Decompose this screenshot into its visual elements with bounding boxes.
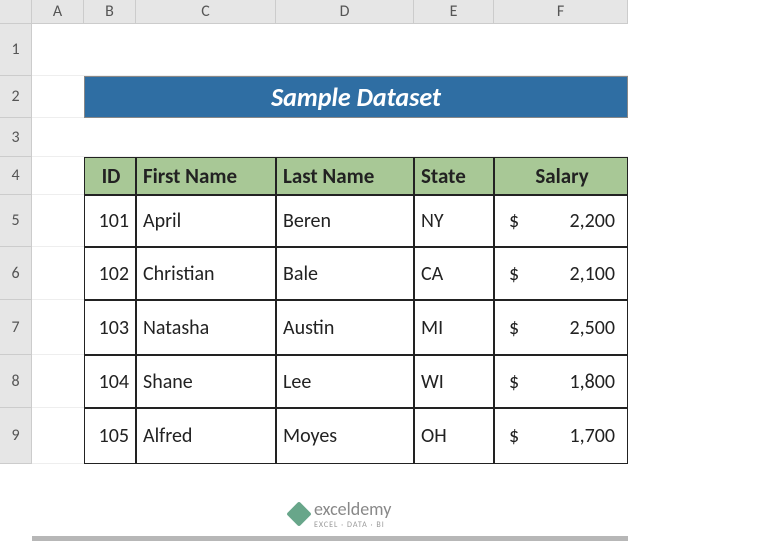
col-header-e[interactable]: E: [414, 0, 494, 24]
cell-state-4[interactable]: WI: [414, 355, 494, 408]
cell-state-1[interactable]: NY: [414, 195, 494, 247]
cell-id-3[interactable]: 103: [84, 300, 136, 355]
watermark: exceldemy EXCEL · DATA · BI: [290, 498, 391, 530]
cell-salary-2[interactable]: $2,100: [494, 247, 628, 300]
salary-value: 1,700: [569, 424, 615, 448]
cell-id-5[interactable]: 105: [84, 408, 136, 464]
cell-b1[interactable]: [84, 24, 136, 76]
cell-c1[interactable]: [136, 24, 276, 76]
header-id[interactable]: ID: [84, 157, 136, 195]
title-cell[interactable]: Sample Dataset: [84, 76, 628, 118]
cell-id-1[interactable]: 101: [84, 195, 136, 247]
row-header-9[interactable]: 9: [0, 408, 32, 464]
cell-f1[interactable]: [494, 24, 628, 76]
currency-symbol: $: [509, 370, 519, 394]
salary-value: 1,800: [569, 370, 615, 394]
watermark-logo-icon: [286, 501, 311, 526]
cell-state-2[interactable]: CA: [414, 247, 494, 300]
row-header-8[interactable]: 8: [0, 355, 32, 408]
cell-first-2[interactable]: Christian: [136, 247, 276, 300]
row-header-4[interactable]: 4: [0, 157, 32, 195]
header-last-name[interactable]: Last Name: [276, 157, 414, 195]
cell-d3[interactable]: [276, 118, 414, 157]
cell-a2[interactable]: [32, 76, 84, 118]
cell-state-5[interactable]: OH: [414, 408, 494, 464]
header-state[interactable]: State: [414, 157, 494, 195]
cell-state-3[interactable]: MI: [414, 300, 494, 355]
col-header-c[interactable]: C: [136, 0, 276, 24]
cell-a3[interactable]: [32, 118, 84, 157]
header-first-name[interactable]: First Name: [136, 157, 276, 195]
cell-last-5[interactable]: Moyes: [276, 408, 414, 464]
cell-e1[interactable]: [414, 24, 494, 76]
watermark-brand: exceldemy: [314, 498, 391, 520]
row-header-5[interactable]: 5: [0, 195, 32, 247]
cell-salary-4[interactable]: $1,800: [494, 355, 628, 408]
sheet-bottom-border: [32, 536, 628, 541]
cell-a8[interactable]: [32, 355, 84, 408]
salary-value: 2,100: [569, 262, 615, 286]
currency-symbol: $: [509, 262, 519, 286]
salary-value: 2,200: [569, 209, 615, 233]
cell-salary-1[interactable]: $2,200: [494, 195, 628, 247]
col-header-b[interactable]: B: [84, 0, 136, 24]
cell-salary-3[interactable]: $2,500: [494, 300, 628, 355]
cell-b3[interactable]: [84, 118, 136, 157]
col-header-a[interactable]: A: [32, 0, 84, 24]
col-header-d[interactable]: D: [276, 0, 414, 24]
cell-salary-5[interactable]: $1,700: [494, 408, 628, 464]
cell-first-5[interactable]: Alfred: [136, 408, 276, 464]
cell-a7[interactable]: [32, 300, 84, 355]
spreadsheet-grid: A B C D E F 1 2 Sample Dataset 3 4 ID Fi…: [0, 0, 767, 464]
cell-first-1[interactable]: April: [136, 195, 276, 247]
cell-last-2[interactable]: Bale: [276, 247, 414, 300]
cell-a6[interactable]: [32, 247, 84, 300]
cell-first-3[interactable]: Natasha: [136, 300, 276, 355]
row-header-6[interactable]: 6: [0, 247, 32, 300]
cell-f3[interactable]: [494, 118, 628, 157]
currency-symbol: $: [509, 424, 519, 448]
col-header-f[interactable]: F: [494, 0, 628, 24]
cell-c3[interactable]: [136, 118, 276, 157]
currency-symbol: $: [509, 209, 519, 233]
cell-e3[interactable]: [414, 118, 494, 157]
row-header-2[interactable]: 2: [0, 76, 32, 118]
cell-first-4[interactable]: Shane: [136, 355, 276, 408]
cell-id-2[interactable]: 102: [84, 247, 136, 300]
select-all-corner[interactable]: [0, 0, 32, 24]
cell-d1[interactable]: [276, 24, 414, 76]
cell-a5[interactable]: [32, 195, 84, 247]
row-header-1[interactable]: 1: [0, 24, 32, 76]
cell-last-3[interactable]: Austin: [276, 300, 414, 355]
row-header-7[interactable]: 7: [0, 300, 32, 355]
header-salary[interactable]: Salary: [494, 157, 628, 195]
currency-symbol: $: [509, 316, 519, 340]
cell-last-4[interactable]: Lee: [276, 355, 414, 408]
cell-id-4[interactable]: 104: [84, 355, 136, 408]
salary-value: 2,500: [569, 316, 615, 340]
cell-a4[interactable]: [32, 157, 84, 195]
watermark-tag: EXCEL · DATA · BI: [314, 520, 391, 530]
cell-a1[interactable]: [32, 24, 84, 76]
cell-a9[interactable]: [32, 408, 84, 464]
row-header-3[interactable]: 3: [0, 118, 32, 157]
cell-last-1[interactable]: Beren: [276, 195, 414, 247]
